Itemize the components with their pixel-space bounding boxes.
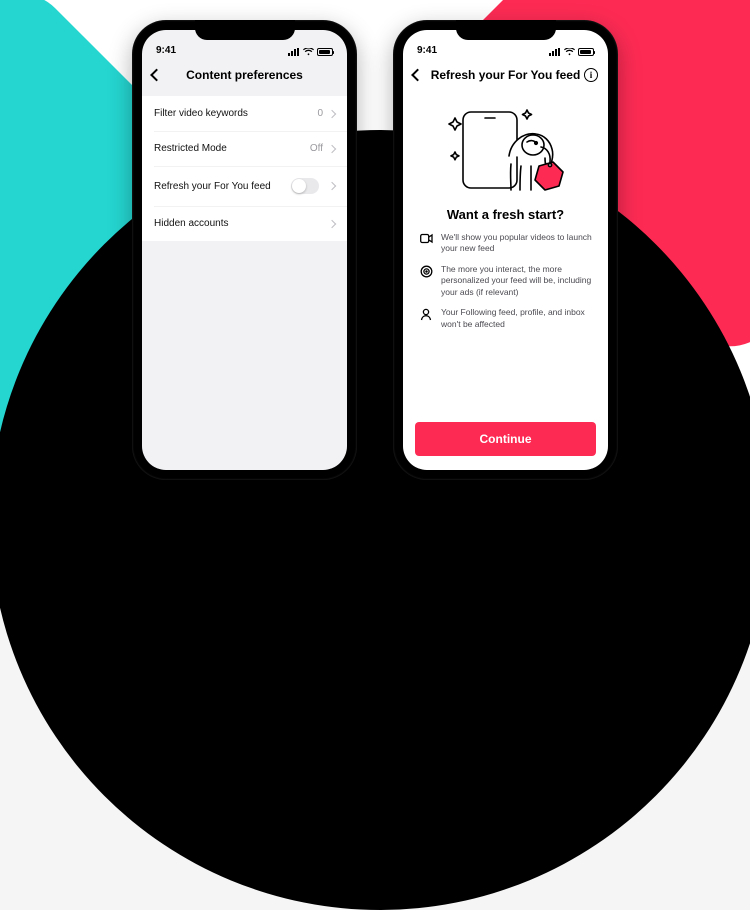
chevron-right-icon bbox=[328, 144, 336, 152]
header: Content preferences bbox=[142, 58, 347, 92]
toggle-off[interactable] bbox=[291, 178, 319, 194]
phone-preferences: 9:41 Content preferences Filter video ke… bbox=[132, 20, 357, 480]
header: Refresh your For You feed i bbox=[403, 58, 608, 92]
continue-button[interactable]: Continue bbox=[415, 422, 596, 456]
chevron-right-icon bbox=[328, 219, 336, 227]
video-icon bbox=[419, 232, 433, 255]
row-refresh-feed[interactable]: Refresh your For You feed bbox=[142, 166, 347, 206]
info-icon: i bbox=[584, 68, 598, 82]
back-button[interactable] bbox=[413, 71, 422, 80]
row-label: Filter video keywords bbox=[154, 108, 248, 119]
chevron-left-icon bbox=[411, 69, 424, 82]
chevron-right-icon bbox=[328, 109, 336, 117]
illustration bbox=[403, 92, 608, 201]
cta-label: Continue bbox=[480, 432, 532, 446]
battery-icon bbox=[317, 48, 333, 56]
status-time: 9:41 bbox=[156, 45, 176, 56]
signal-icon bbox=[288, 48, 300, 56]
back-button[interactable] bbox=[152, 71, 161, 80]
row-restricted-mode[interactable]: Restricted Mode Off bbox=[142, 131, 347, 166]
headline: Want a fresh start? bbox=[403, 207, 608, 222]
row-filter-keywords[interactable]: Filter video keywords 0 bbox=[142, 96, 347, 131]
notch bbox=[456, 20, 556, 40]
row-label: Restricted Mode bbox=[154, 143, 227, 154]
notch bbox=[195, 20, 295, 40]
row-value: Off bbox=[310, 143, 323, 154]
bullets: We'll show you popular videos to launch … bbox=[403, 232, 608, 330]
status-time: 9:41 bbox=[417, 45, 437, 56]
target-icon bbox=[419, 264, 433, 298]
row-value: 0 bbox=[317, 108, 323, 119]
page-title: Content preferences bbox=[186, 68, 303, 82]
chevron-left-icon bbox=[150, 69, 163, 82]
bullet-text: The more you interact, the more personal… bbox=[441, 264, 592, 298]
bullet-text: Your Following feed, profile, and inbox … bbox=[441, 307, 592, 330]
signal-icon bbox=[549, 48, 561, 56]
chevron-right-icon bbox=[328, 182, 336, 190]
page-title: Refresh your For You feed bbox=[431, 68, 581, 82]
person-icon bbox=[419, 307, 433, 330]
battery-icon bbox=[578, 48, 594, 56]
row-label: Refresh your For You feed bbox=[154, 181, 271, 192]
bullet-popular: We'll show you popular videos to launch … bbox=[419, 232, 592, 255]
bullet-personalize: The more you interact, the more personal… bbox=[419, 264, 592, 298]
wifi-icon bbox=[564, 48, 575, 56]
bullet-text: We'll show you popular videos to launch … bbox=[441, 232, 592, 255]
row-label: Hidden accounts bbox=[154, 218, 229, 229]
row-hidden-accounts[interactable]: Hidden accounts bbox=[142, 206, 347, 241]
info-button[interactable]: i bbox=[584, 68, 598, 82]
wifi-icon bbox=[303, 48, 314, 56]
bullet-unaffected: Your Following feed, profile, and inbox … bbox=[419, 307, 592, 330]
settings-list: Filter video keywords 0 Restricted Mode … bbox=[142, 96, 347, 241]
phone-refresh-feed: 9:41 Refresh your For You feed i bbox=[393, 20, 618, 480]
